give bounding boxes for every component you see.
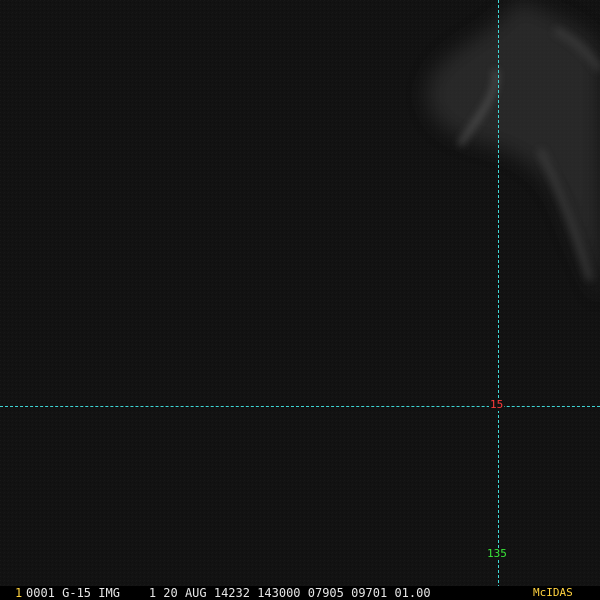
longitude-gridline [498,0,499,588]
latitude-label: 15 [489,398,505,411]
status-bar: 1 0001 G-15 IMG 1 20 AUG 14232 143000 07… [0,586,600,600]
longitude-label: 135 [486,547,508,560]
frame-number: 1 [15,586,23,600]
satellite-imagery [0,0,600,600]
latitude-gridline [0,406,600,407]
satellite-image-frame: 15 135 1 0001 G-15 IMG 1 20 AUG 14232 14… [0,0,600,600]
mcidas-brand: McIDAS [533,586,573,599]
image-metadata-text: 0001 G-15 IMG 1 20 AUG 14232 143000 0790… [26,586,431,600]
